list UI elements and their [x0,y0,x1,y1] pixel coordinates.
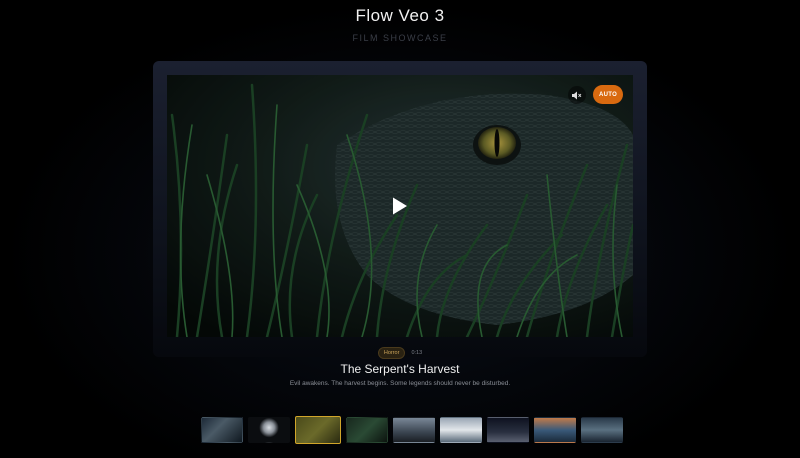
thumbnail-1[interactable] [201,417,243,443]
play-button[interactable] [384,190,416,222]
thumbnail-4[interactable] [346,417,388,443]
duration-label: 0:13 [411,350,423,356]
thumbnail-strip [201,416,623,444]
thumbnail-3[interactable] [295,416,341,444]
film-title: The Serpent's Harvest [340,362,460,376]
genre-badge: Horror [377,347,406,359]
film-meta: Horror 0:13 [0,347,800,359]
film-description: Evil awakens. The harvest begins. Some l… [289,380,511,387]
play-icon [393,197,407,215]
page-subtitle: FILM SHOWCASE [352,33,448,43]
thumbnail-7[interactable] [487,417,529,443]
thumbnail-9[interactable] [581,417,623,443]
thumbnail-6[interactable] [440,417,482,443]
speaker-muted-icon [572,91,582,99]
thumbnail-5[interactable] [393,417,435,443]
autoplay-button[interactable]: AUTO [593,85,623,104]
header: Flow Veo 3 FILM SHOWCASE [0,6,800,43]
page-title: Flow Veo 3 [355,6,445,25]
thumbnail-8[interactable] [534,417,576,443]
mute-button[interactable] [568,86,586,104]
thumbnail-2[interactable] [248,417,290,443]
showcase-page: Flow Veo 3 FILM SHOWCASE AUTO Horror 0:1… [0,0,800,458]
